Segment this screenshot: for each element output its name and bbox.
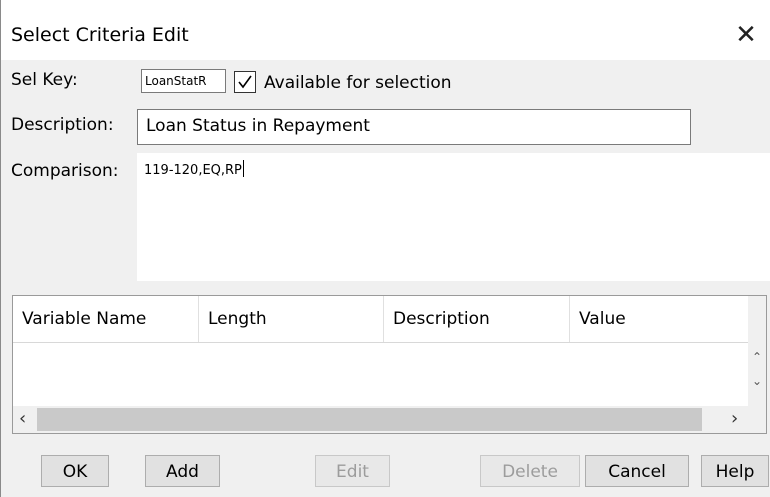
column-header-value[interactable]: Value <box>570 296 748 342</box>
vertical-scrollbar[interactable]: ⌃ ⌄ <box>748 296 766 406</box>
cancel-button[interactable]: Cancel <box>585 455 689 487</box>
text-caret <box>242 160 244 177</box>
description-input[interactable]: Loan Status in Repayment <box>137 109 691 145</box>
comparison-text: 119-120,EQ,RP <box>144 163 242 178</box>
dialog-title: Select Criteria Edit <box>11 24 189 46</box>
variables-grid[interactable]: Variable Name Length Description Value ⌃… <box>12 295 767 434</box>
chevron-up-icon[interactable]: ⌃ <box>750 350 764 364</box>
grid-header: Variable Name Length Description Value <box>13 296 748 343</box>
delete-button[interactable]: Delete <box>480 455 580 487</box>
add-button[interactable]: Add <box>145 455 220 487</box>
sel-key-input[interactable]: LoanStatR <box>141 69 226 93</box>
ok-button[interactable]: OK <box>41 455 109 487</box>
horizontal-scroll-thumb[interactable] <box>37 408 702 431</box>
column-header-description[interactable]: Description <box>384 296 570 342</box>
sel-key-label: Sel Key: <box>11 70 78 90</box>
horizontal-scrollbar[interactable]: ‹ › <box>13 406 766 433</box>
column-header-length[interactable]: Length <box>199 296 384 342</box>
available-checkbox[interactable] <box>234 71 256 93</box>
column-header-variable-name[interactable]: Variable Name <box>13 296 199 342</box>
chevron-left-icon[interactable]: ‹ <box>19 408 26 430</box>
description-label: Description: <box>11 115 114 135</box>
checkmark-icon <box>238 75 252 89</box>
available-label[interactable]: Available for selection <box>264 73 452 93</box>
edit-button[interactable]: Edit <box>315 455 390 487</box>
title-bar: Select Criteria Edit ✕ <box>1 0 770 60</box>
help-button[interactable]: Help <box>701 455 769 487</box>
close-icon[interactable]: ✕ <box>731 22 761 50</box>
comparison-label: Comparison: <box>11 161 119 181</box>
chevron-right-icon[interactable]: › <box>731 408 738 430</box>
chevron-down-icon[interactable]: ⌄ <box>750 374 764 388</box>
comparison-textarea[interactable]: 119-120,EQ,RP <box>137 153 770 281</box>
select-criteria-edit-dialog: Select Criteria Edit ✕ Sel Key: LoanStat… <box>0 0 770 497</box>
